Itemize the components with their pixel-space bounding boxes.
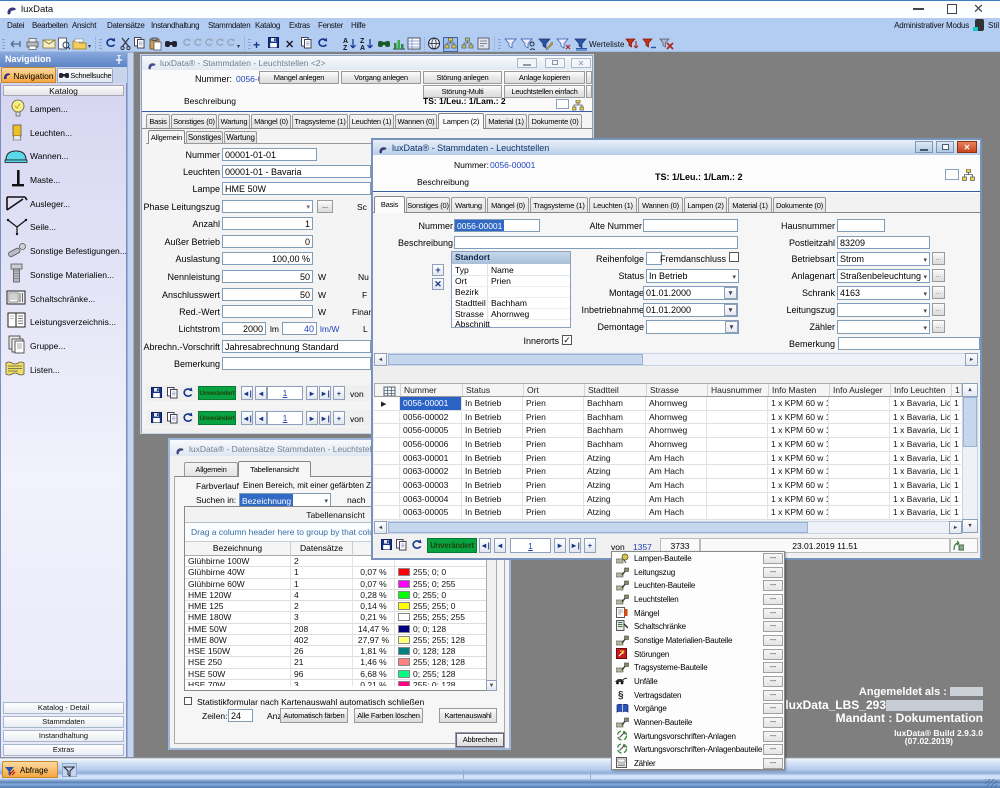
svg-text:Z: Z [360,38,365,45]
svg-text:A: A [343,38,348,45]
svg-text:A: A [360,45,365,52]
svg-text:Z: Z [343,45,348,52]
